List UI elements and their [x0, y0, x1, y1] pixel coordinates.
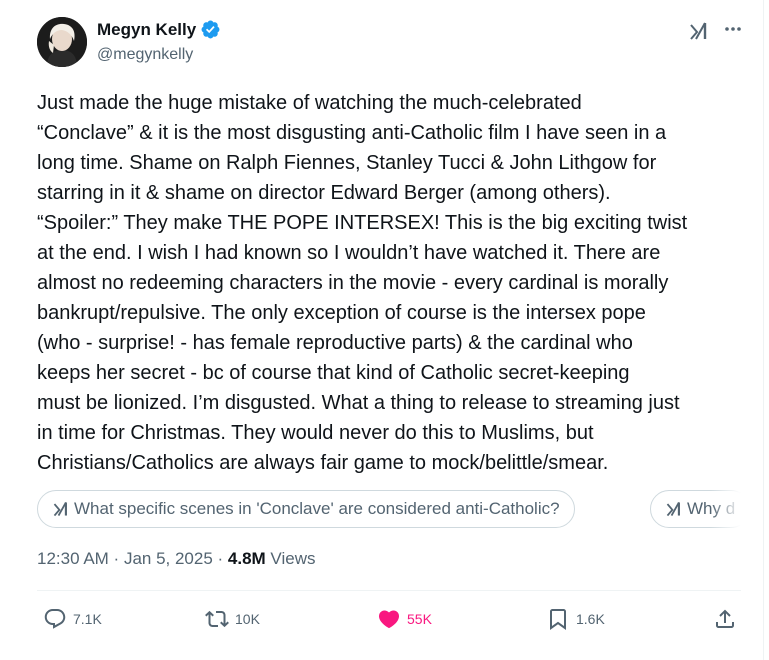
- reply-icon: [44, 609, 66, 629]
- grok-suggestions: What specific scenes in 'Conclave' are c…: [37, 490, 741, 528]
- bookmark-icon: [550, 609, 566, 630]
- reply-button[interactable]: 7.1K: [43, 607, 102, 631]
- verified-badge-icon: [200, 19, 221, 40]
- action-bar: 7.1K 10K 55K 1.6K: [37, 607, 741, 639]
- grok-suggestion-label: What specific scenes in 'Conclave' are c…: [74, 499, 560, 518]
- author-handle[interactable]: @megynkelly: [97, 46, 193, 64]
- grok-icon: [666, 502, 680, 517]
- share-icon: [716, 609, 734, 628]
- tweet-time[interactable]: 12:30 AM: [37, 549, 109, 569]
- grok-suggestion-chip[interactable]: What specific scenes in 'Conclave' are c…: [37, 490, 575, 528]
- bookmark-count: 1.6K: [576, 611, 605, 627]
- repost-count: 10K: [235, 611, 260, 627]
- chip-fade: [711, 490, 741, 528]
- like-button[interactable]: 55K: [377, 607, 432, 631]
- views-count[interactable]: 4.8M: [228, 549, 266, 569]
- repost-button[interactable]: 10K: [205, 607, 260, 631]
- grok-icon: [53, 502, 67, 517]
- reply-count: 7.1K: [73, 611, 102, 627]
- repost-icon: [205, 610, 229, 628]
- tweet-text: Just made the huge mistake of watching t…: [37, 92, 688, 474]
- tweet-card: Megyn Kelly @megynkelly Just made the hu…: [0, 0, 764, 660]
- like-icon: [378, 610, 400, 629]
- tweet-date[interactable]: Jan 5, 2025: [124, 549, 213, 569]
- like-count: 55K: [407, 611, 432, 627]
- avatar[interactable]: [37, 17, 87, 67]
- author-name[interactable]: Megyn Kelly: [97, 20, 196, 40]
- share-button[interactable]: [713, 607, 737, 631]
- more-icon[interactable]: [722, 18, 744, 40]
- divider: [37, 590, 741, 591]
- tweet-meta: 12:30 AM · Jan 5, 2025 · 4.8M Views: [37, 549, 315, 569]
- bookmark-button[interactable]: 1.6K: [546, 607, 605, 631]
- author-name-row[interactable]: Megyn Kelly: [97, 19, 221, 40]
- grok-icon[interactable]: [688, 20, 710, 42]
- meta-separator: ·: [212, 549, 228, 568]
- views-label: Views: [265, 549, 316, 568]
- meta-separator: ·: [108, 549, 124, 568]
